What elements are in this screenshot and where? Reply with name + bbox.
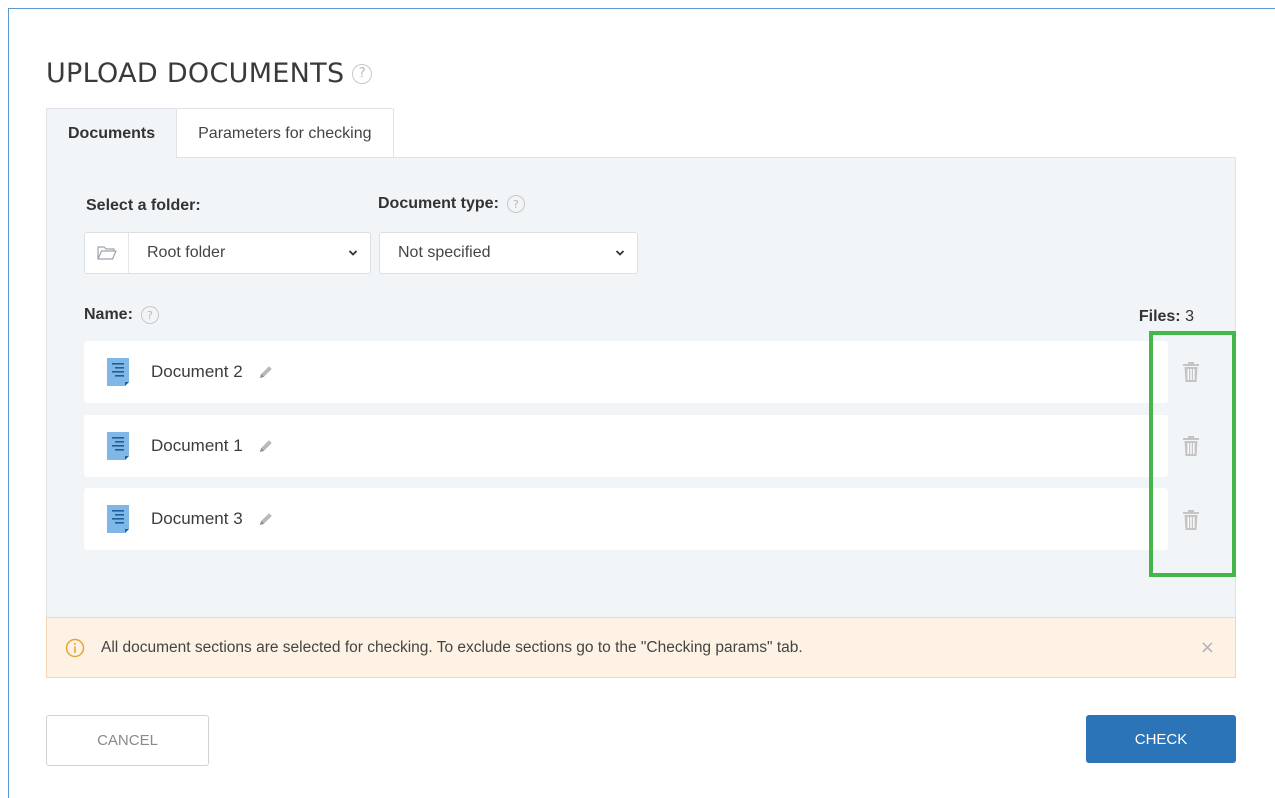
folder-label-text: Select a folder:: [86, 197, 201, 214]
document-name: Document 1: [151, 436, 243, 455]
pencil-icon[interactable]: [257, 437, 275, 455]
document-type-label-text: Document type:: [378, 195, 499, 212]
name-label-text: Name:: [84, 306, 133, 323]
document-icon: [107, 432, 129, 460]
folder-select[interactable]: Root folder: [84, 232, 371, 274]
document-row: Document 3: [84, 488, 1168, 550]
trash-icon[interactable]: [1182, 510, 1200, 530]
folder-label: Select a folder:: [86, 197, 201, 215]
help-icon[interactable]: ?: [352, 63, 373, 84]
page-title-text: UPLOAD DOCUMENTS: [46, 58, 345, 89]
document-icon: [107, 358, 129, 386]
info-notice: All document sections are selected for c…: [46, 617, 1236, 678]
help-icon[interactable]: ?: [140, 306, 159, 324]
close-icon[interactable]: ×: [1200, 637, 1215, 658]
document-type-label: Document type: ?: [378, 195, 525, 213]
folder-open-icon: [85, 233, 129, 273]
document-name: Document 2: [151, 362, 243, 381]
name-label: Name: ?: [84, 306, 159, 324]
trash-icon[interactable]: [1182, 362, 1200, 382]
check-button[interactable]: CHECK: [1086, 715, 1236, 763]
files-count: Files: 3: [1139, 308, 1194, 326]
document-type-select[interactable]: Not specified: [379, 232, 638, 274]
files-count-value: 3: [1185, 308, 1194, 325]
notice-text: All document sections are selected for c…: [101, 638, 803, 656]
tab-bar: Documents Parameters for checking: [46, 108, 394, 159]
document-type-value: Not specified: [398, 244, 491, 261]
tab-parameters-for-checking[interactable]: Parameters for checking: [176, 108, 394, 158]
pencil-icon[interactable]: [257, 363, 275, 381]
help-icon[interactable]: ?: [506, 195, 525, 213]
files-count-label: Files:: [1138, 308, 1181, 325]
tab-documents[interactable]: Documents: [46, 108, 177, 159]
pencil-icon[interactable]: [257, 510, 275, 528]
document-icon: [107, 505, 129, 533]
document-name: Document 3: [151, 509, 243, 528]
cancel-button[interactable]: CANCEL: [46, 715, 209, 766]
trash-icon[interactable]: [1182, 436, 1200, 456]
chevron-down-icon: [336, 249, 370, 257]
info-icon: [65, 638, 85, 657]
document-row: Document 1: [84, 415, 1168, 477]
folder-select-value: Root folder: [147, 244, 226, 261]
document-row: Document 2: [84, 341, 1168, 403]
page-title: UPLOAD DOCUMENTS ?: [46, 58, 373, 89]
chevron-down-icon: [603, 249, 637, 257]
